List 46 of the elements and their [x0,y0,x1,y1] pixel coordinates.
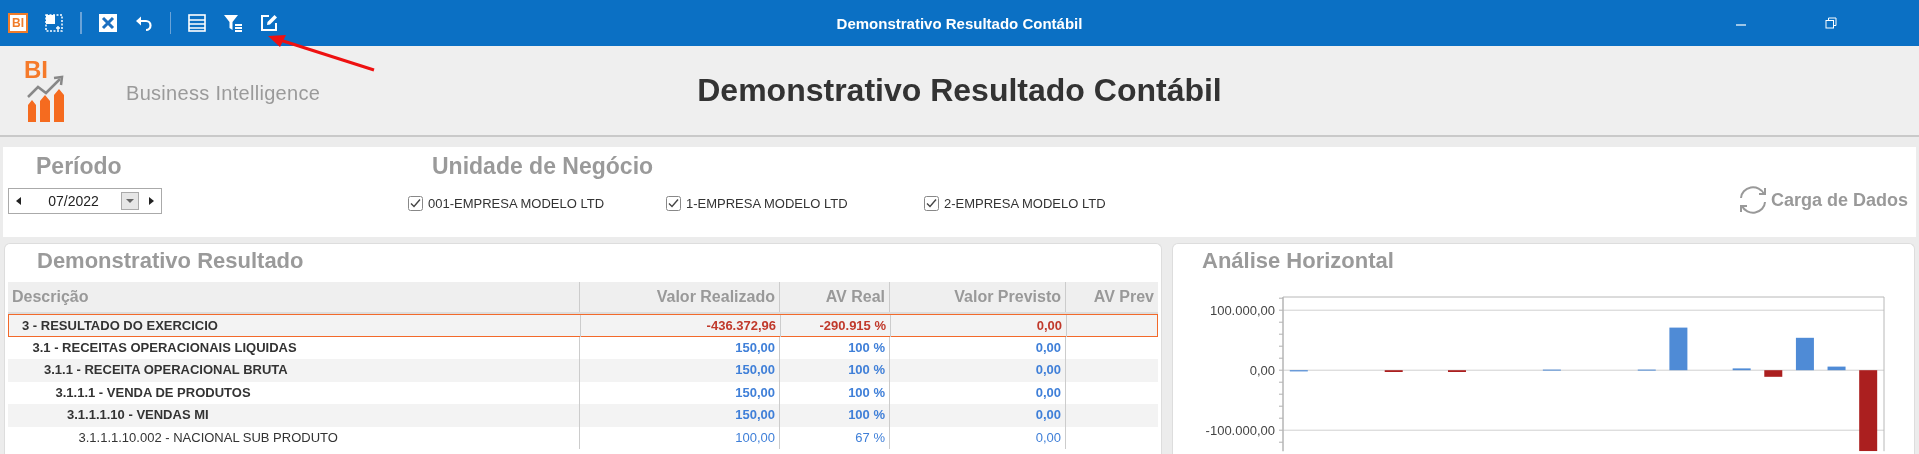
period-field[interactable]: 07/2022 [8,188,162,214]
checkbox[interactable] [408,196,423,211]
window-title: Demonstrativo Resultado Contábil [836,14,1083,32]
brand-name: Business Intelligence [126,81,321,105]
table-row[interactable]: 3.1.1.1.10.002 - NACIONAL SUB PRODUTO 100,00 67 % 0,00 [8,426,1158,449]
dropdown-button[interactable] [121,192,139,210]
logo-text: BI [24,58,48,81]
checkbox-label: 2-EMPRESA MODELO LTD [944,196,1106,211]
period-label: Período [35,152,123,181]
table-cell: 100 % [780,359,890,382]
table-row[interactable]: 3 - RESULTADO DO EXERCICIO -436.372,96 -290.915 % 0,00 [8,314,1158,337]
table-row[interactable]: 3.1.1 - RECEITA OPERACIONAL BRUTA 150,00 100 % 0,00 [8,359,1158,382]
list-icon[interactable] [187,13,207,33]
table-cell: 3.1.1.1.10 - VENDAS MI [8,404,580,427]
filter-icon[interactable] [223,13,243,33]
edit-icon[interactable] [259,13,279,33]
panel-title: Demonstrativo Resultado [36,247,305,275]
table-cell: 3.1.1.1.10.002 - NACIONAL SUB PRODUTO [8,426,580,449]
table-row[interactable]: 3.1.1.1.10 - VENDAS MI 150,00 100 % 0,00 [8,404,1158,427]
table-cell: -290.915 % [781,315,891,337]
restore-button[interactable] [1825,17,1837,29]
axis-label: 0,00 [1249,363,1275,379]
table-cell: 0,00 [890,359,1066,382]
period-value: 07/2022 [47,193,100,209]
resize-icon[interactable] [44,13,64,33]
table-cell: 150,00 [580,359,780,382]
axis-label: 100.000,00 [1209,303,1275,319]
checkbox-label: 001-EMPRESA MODELO LTD [428,196,605,211]
checkbox[interactable] [666,196,681,211]
table-cell: 0,00 [890,404,1066,427]
checkbox[interactable] [924,196,939,211]
panel-title: Análise Horizontal [1201,247,1395,275]
table-cell: -436.372,96 [581,315,781,337]
table-cell: 3 - RESULTADO DO EXERCICIO [9,315,581,337]
table-cell: 0,00 [890,426,1066,449]
table-cell: 67 % [780,426,890,449]
table-cell: 100 % [780,404,890,427]
table-cell: 150,00 [580,404,780,427]
table-cell: 3.1.1 - RECEITA OPERACIONAL BRUTA [8,359,580,382]
page-title: Demonstrativo Resultado Contábil [697,72,1222,109]
close-icon[interactable] [97,13,118,33]
table-cell: 100,00 [580,426,780,449]
table-cell: 0,00 [891,315,1067,337]
business-unit-label: Unidade de Negócio [432,152,655,181]
checkbox-label: 1-EMPRESA MODELO LTD [686,196,848,211]
axis-label: -100.000,00 [1205,423,1275,439]
